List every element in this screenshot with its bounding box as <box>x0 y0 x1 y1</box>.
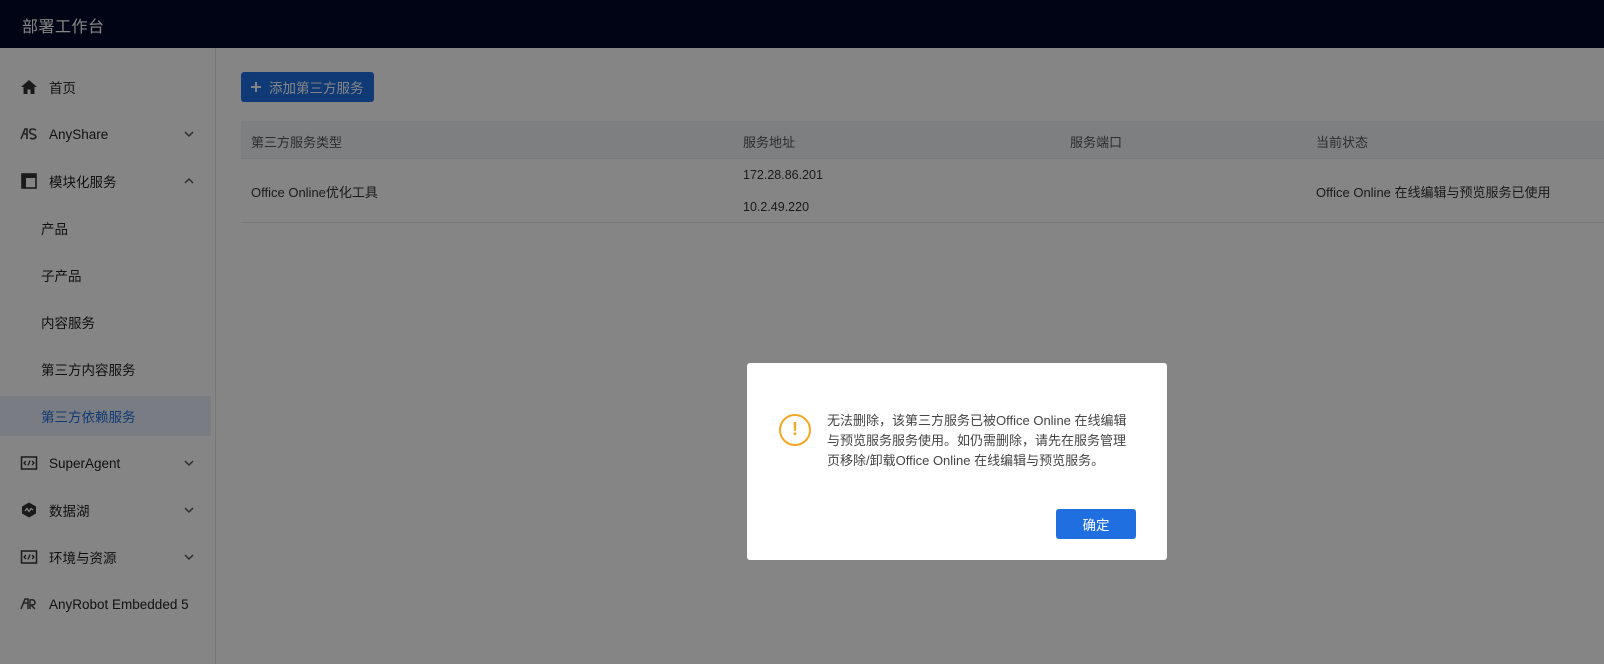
dialog-message: 无法删除，该第三方服务已被Office Online 在线编辑与预览服务服务使用… <box>827 413 1127 468</box>
confirm-dialog: ! 无法删除，该第三方服务已被Office Online 在线编辑与预览服务服务… <box>747 363 1167 560</box>
warning-icon: ! <box>779 414 811 446</box>
modal-overlay <box>0 0 1604 664</box>
ok-button[interactable]: 确定 <box>1056 509 1136 539</box>
